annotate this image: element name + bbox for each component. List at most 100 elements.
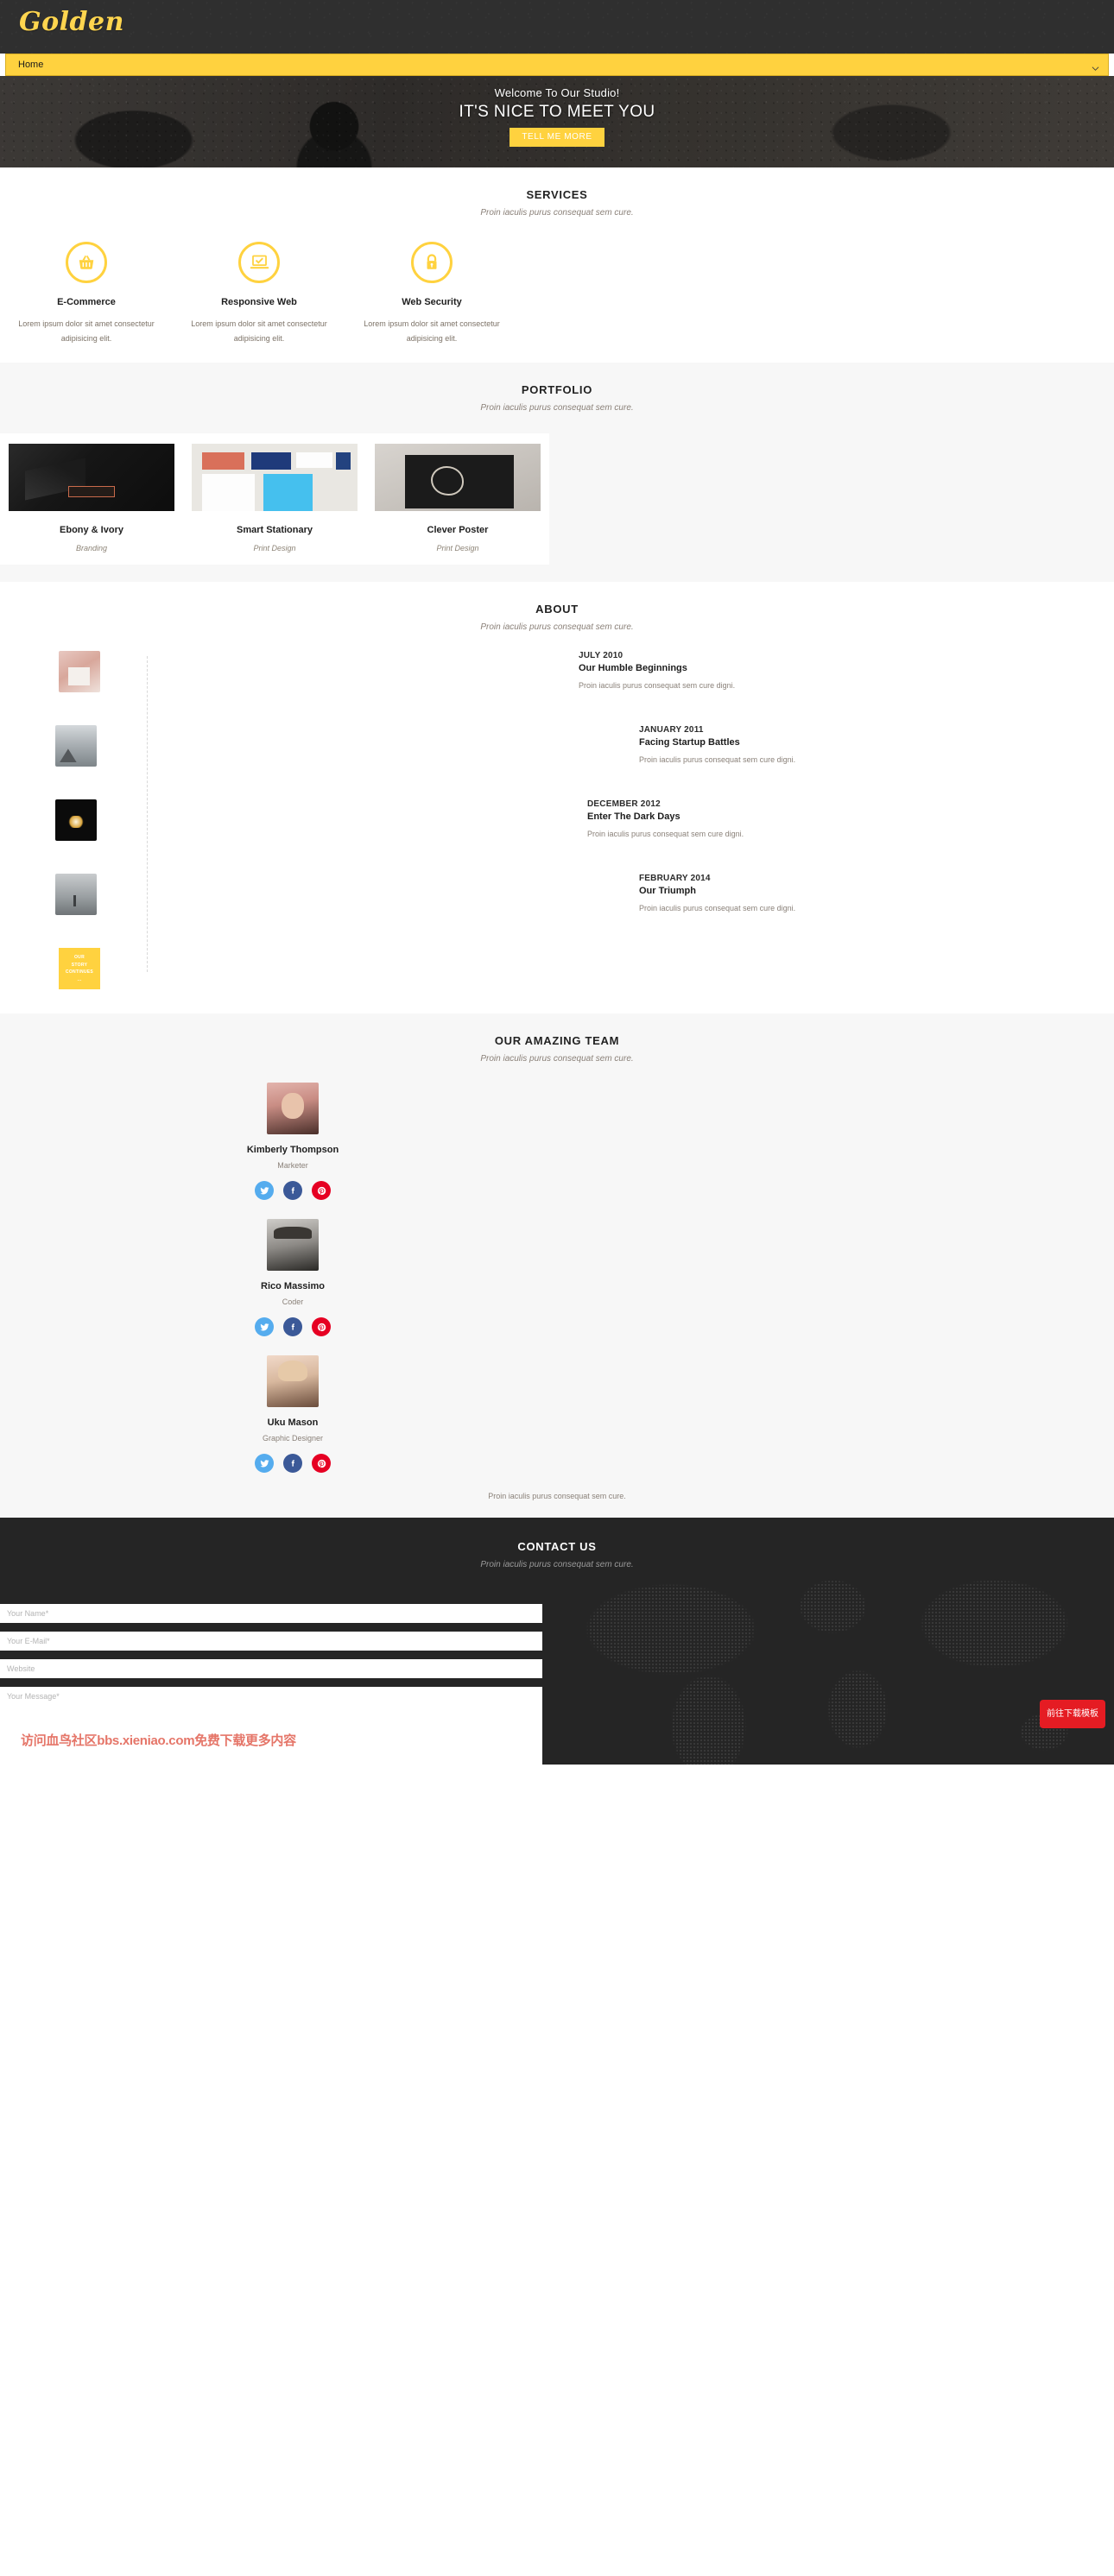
- name-input[interactable]: [0, 1604, 542, 1624]
- team-member-name: Rico Massimo: [261, 1281, 325, 1292]
- portfolio-item-name: Ebony & Ivory: [60, 525, 123, 536]
- portfolio-item-name: Smart Stationary: [236, 525, 313, 536]
- timeline-entry: JANUARY 2011 Facing Startup Battles Proi…: [0, 725, 1114, 767]
- laptop-check-icon: [238, 242, 280, 283]
- shopping-basket-icon: [66, 242, 107, 283]
- portfolio-thumbnail-smart-stationary[interactable]: [192, 444, 358, 512]
- timeline-entry-date: DECEMBER 2012: [587, 799, 661, 810]
- timeline-entry-date: JANUARY 2011: [639, 725, 704, 736]
- twitter-icon[interactable]: [255, 1317, 274, 1337]
- timeline-entry-body: Proin iaculis purus consequat sem cure d…: [587, 830, 744, 839]
- service-description: Lorem ipsum dolor sit amet consectetur a…: [364, 319, 500, 343]
- timeline-entry: JULY 2010 Our Humble Beginnings Proin ia…: [0, 651, 1114, 693]
- timeline-entry-heading: Facing Startup Battles: [639, 737, 740, 748]
- team-member-socials: [0, 1317, 585, 1337]
- nav-select[interactable]: Home: [5, 54, 1109, 76]
- pinterest-icon[interactable]: [312, 1181, 331, 1201]
- team-member: Uku Mason Graphic Designer: [0, 1355, 585, 1474]
- download-template-button[interactable]: 前往下载模板: [1040, 1700, 1105, 1729]
- nav-selected-label: Home: [18, 60, 44, 70]
- team-section: OUR AMAZING TEAM Proin iaculis purus con…: [0, 1013, 1114, 1518]
- contact-title: CONTACT US: [517, 1540, 597, 1554]
- twitter-icon[interactable]: [255, 1181, 274, 1201]
- about-section: ABOUT Proin iaculis purus consequat sem …: [0, 582, 1114, 1013]
- services-list: E-Commerce Lorem ipsum dolor sit amet co…: [0, 242, 535, 345]
- timeline-end-badge[interactable]: OUR STORY CONTINUES ...: [59, 948, 100, 990]
- avatar: [267, 1083, 319, 1135]
- contact-form: [0, 1604, 1114, 1765]
- team-member-socials: [0, 1181, 585, 1201]
- service-description: Lorem ipsum dolor sit amet consectetur a…: [18, 319, 155, 343]
- about-subtitle: Proin iaculis purus consequat sem cure.: [480, 622, 634, 633]
- portfolio-item[interactable]: Clever Poster Print Design: [366, 433, 549, 565]
- hero-title: IT'S NICE TO MEET YOU: [459, 103, 655, 121]
- twitter-icon[interactable]: [255, 1454, 274, 1474]
- portfolio-item-category: Print Design: [253, 544, 296, 553]
- service-name: Web Security: [402, 297, 462, 307]
- team-member-name: Uku Mason: [267, 1417, 319, 1429]
- timeline-entry-image: [55, 725, 97, 767]
- team-footnote: Proin iaculis purus consequat sem cure.: [488, 1492, 626, 1501]
- brand-logo[interactable]: Golden: [0, 0, 124, 37]
- service-card-responsive-web[interactable]: Responsive Web Lorem ipsum dolor sit ame…: [173, 242, 345, 345]
- portfolio-title: PORTFOLIO: [521, 383, 593, 397]
- services-subtitle: Proin iaculis purus consequat sem cure.: [480, 208, 634, 218]
- team-member-role: Graphic Designer: [262, 1434, 324, 1443]
- service-card-ecommerce[interactable]: E-Commerce Lorem ipsum dolor sit amet co…: [0, 242, 173, 345]
- team-member: Rico Massimo Coder: [0, 1219, 585, 1337]
- timeline-entry-image: [55, 874, 97, 916]
- tell-me-more-button[interactable]: TELL ME MORE: [510, 128, 604, 147]
- timeline-entry: FEBRUARY 2014 Our Triumph Proin iaculis …: [0, 874, 1114, 916]
- avatar: [267, 1219, 319, 1272]
- avatar: [267, 1355, 319, 1408]
- service-description: Lorem ipsum dolor sit amet consectetur a…: [191, 319, 327, 343]
- hero-section: Welcome To Our Studio! IT'S NICE TO MEET…: [0, 76, 1114, 167]
- timeline-entry: DECEMBER 2012 Enter The Dark Days Proin …: [0, 799, 1114, 842]
- timeline-entry-heading: Enter The Dark Days: [587, 811, 680, 823]
- timeline-entry-date: JULY 2010: [579, 651, 623, 661]
- facebook-icon[interactable]: [283, 1181, 302, 1201]
- team-list: Kimberly Thompson Marketer Rico Massimo …: [0, 1083, 1114, 1474]
- about-timeline: JULY 2010 Our Humble Beginnings Proin ia…: [0, 651, 1114, 996]
- portfolio-item[interactable]: Ebony & Ivory Branding: [0, 433, 183, 565]
- timeline-end-line3: CONTINUES: [65, 969, 94, 975]
- timeline-entry-image: [55, 799, 97, 842]
- portfolio-subtitle: Proin iaculis purus consequat sem cure.: [480, 403, 634, 414]
- timeline-entry-heading: Our Triumph: [639, 886, 696, 897]
- chevron-down-icon: [1092, 61, 1099, 71]
- email-input[interactable]: [0, 1632, 542, 1651]
- portfolio-thumbnail-clever-poster[interactable]: [375, 444, 541, 512]
- pinterest-icon[interactable]: [312, 1317, 331, 1337]
- portfolio-item-name: Clever Poster: [427, 525, 489, 536]
- team-member-name: Kimberly Thompson: [246, 1145, 339, 1156]
- team-title: OUR AMAZING TEAM: [494, 1034, 620, 1048]
- team-member-role: Coder: [282, 1297, 304, 1307]
- portfolio-list: Ebony & Ivory Branding Smart Stationary …: [0, 433, 549, 565]
- service-name: Responsive Web: [221, 297, 297, 307]
- timeline-entry-image: [59, 651, 100, 693]
- timeline-entry-body: Proin iaculis purus consequat sem cure d…: [639, 755, 796, 765]
- timeline-entry-heading: Our Humble Beginnings: [579, 663, 687, 674]
- services-title: SERVICES: [526, 188, 588, 201]
- portfolio-section: PORTFOLIO Proin iaculis purus consequat …: [0, 363, 1114, 583]
- site-header: Golden: [0, 0, 1114, 54]
- portfolio-item[interactable]: Smart Stationary Print Design: [183, 433, 366, 565]
- pinterest-icon[interactable]: [312, 1454, 331, 1474]
- about-title: ABOUT: [535, 603, 579, 616]
- service-card-web-security[interactable]: Web Security Lorem ipsum dolor sit amet …: [345, 242, 518, 345]
- team-member-socials: [0, 1454, 585, 1474]
- timeline-entry-date: FEBRUARY 2014: [639, 874, 711, 884]
- contact-section: CONTACT US Proin iaculis purus consequat…: [0, 1518, 1114, 1765]
- facebook-icon[interactable]: [283, 1454, 302, 1474]
- message-textarea[interactable]: [0, 1687, 542, 1765]
- portfolio-thumbnail-ebony-ivory[interactable]: [9, 444, 174, 512]
- portfolio-item-category: Print Design: [436, 544, 479, 553]
- timeline-entry-body: Proin iaculis purus consequat sem cure d…: [579, 681, 736, 691]
- service-name: E-Commerce: [57, 297, 116, 307]
- facebook-icon[interactable]: [283, 1317, 302, 1337]
- website-input[interactable]: [0, 1659, 542, 1679]
- services-section: SERVICES Proin iaculis purus consequat s…: [0, 167, 1114, 363]
- team-subtitle: Proin iaculis purus consequat sem cure.: [480, 1054, 634, 1064]
- contact-subtitle: Proin iaculis purus consequat sem cure.: [480, 1560, 634, 1570]
- timeline-end-line2: STORY: [71, 962, 88, 968]
